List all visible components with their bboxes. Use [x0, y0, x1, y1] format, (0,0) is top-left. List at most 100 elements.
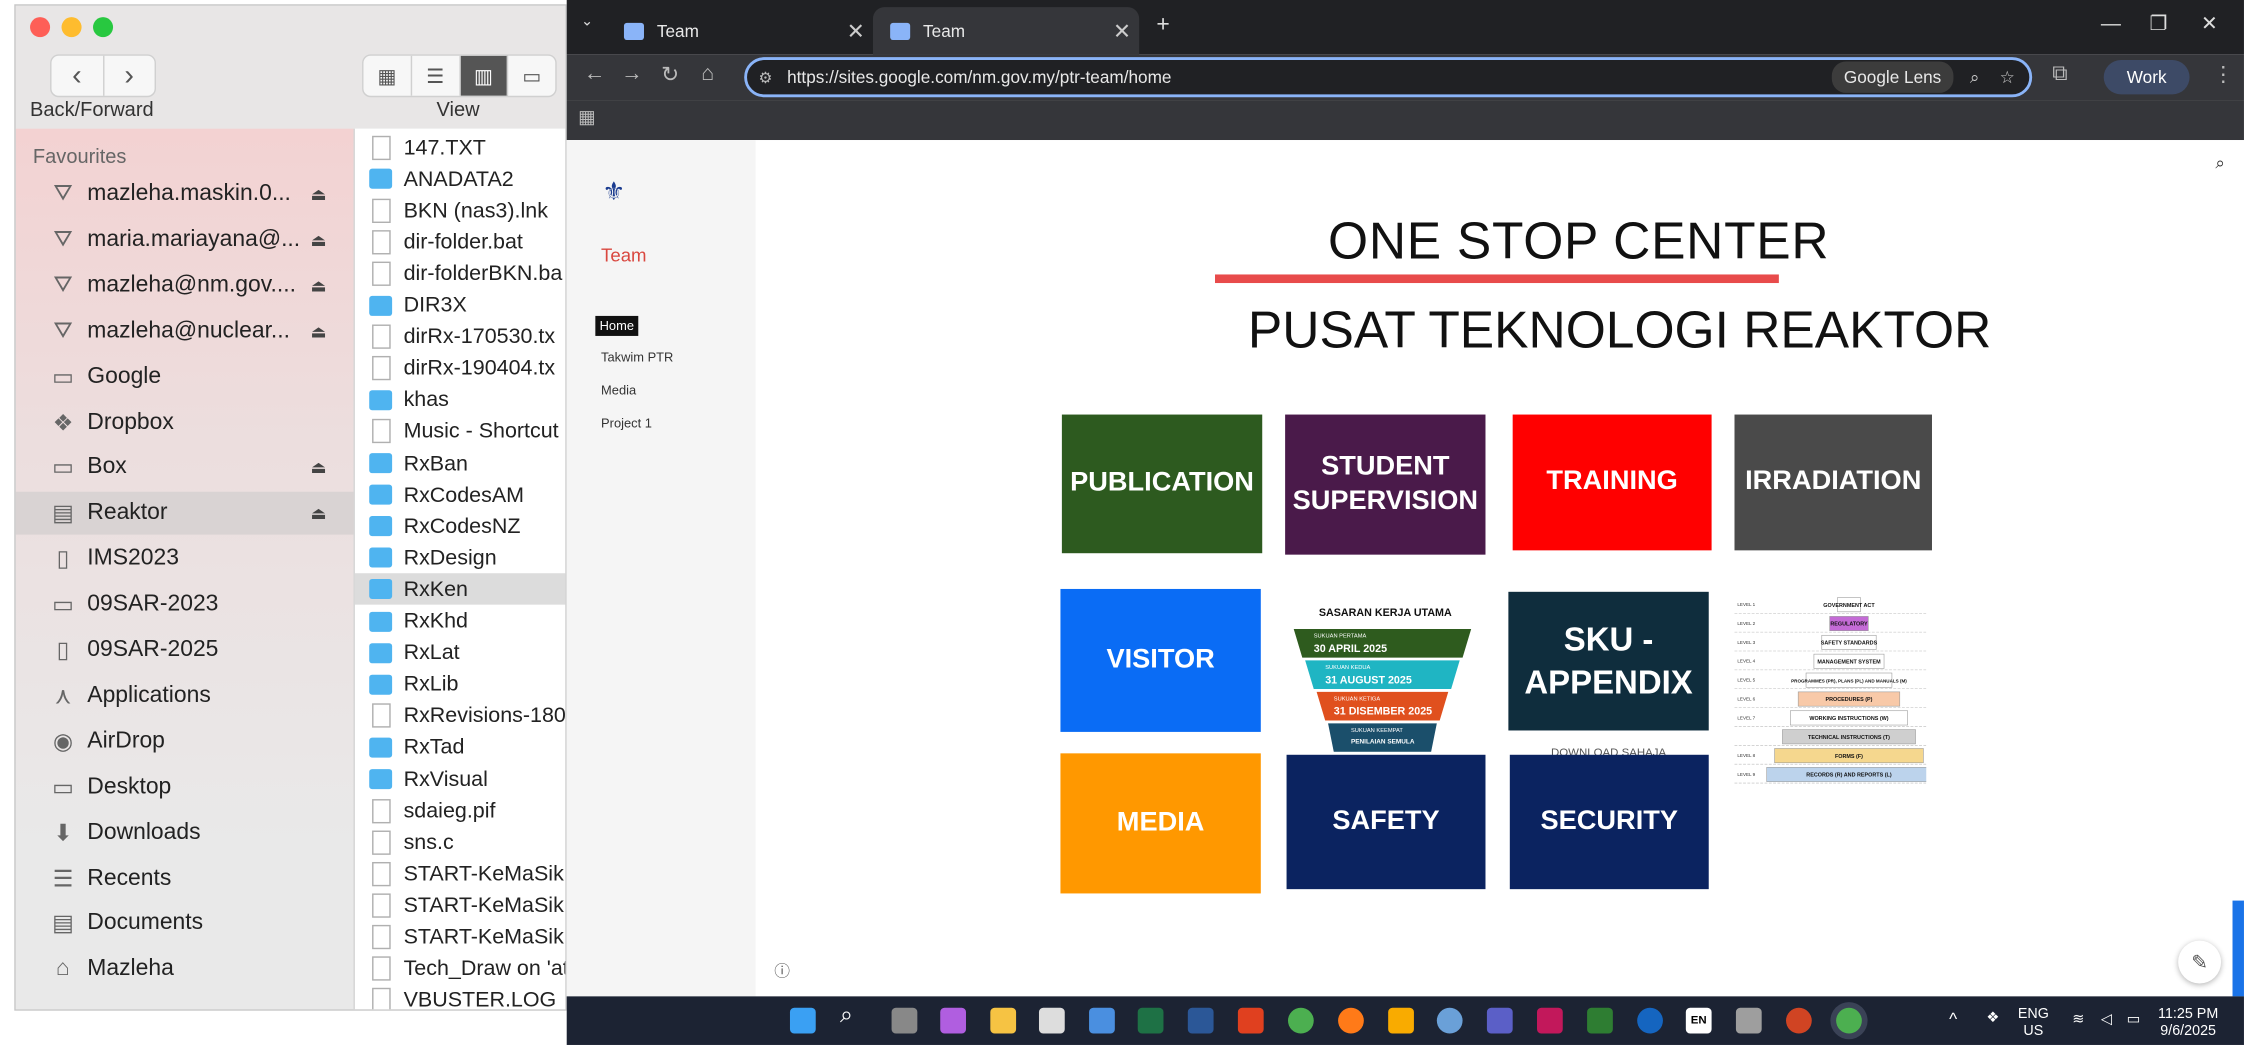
show-hidden-icons-icon[interactable]: ^ [1949, 1011, 1957, 1028]
file-row[interactable]: RxLib [355, 669, 565, 700]
chrome-icon[interactable] [1287, 1007, 1314, 1034]
tab-search-icon[interactable]: ⌄ [581, 14, 593, 30]
powerpoint-icon[interactable] [1786, 1007, 1812, 1034]
firefox-icon[interactable] [1338, 1007, 1364, 1034]
sidebar-item[interactable]: ⛛ mazleha@nm.gov.... ⏏ [16, 264, 354, 307]
file-row[interactable]: 147.TXT [355, 132, 565, 163]
sidebar-item[interactable]: ▤ Reaktor ⏏ [15, 492, 354, 536]
student-supervision-tile[interactable]: STUDENT SUPERVISION [1285, 414, 1486, 555]
start-icon[interactable] [789, 1007, 816, 1034]
site-info-icon[interactable]: ⚙ [758, 68, 772, 86]
zoom-window-button[interactable] [93, 17, 114, 38]
file-row[interactable]: RxKhd [355, 605, 565, 636]
file-row[interactable]: DIR3X [355, 289, 565, 320]
eject-icon[interactable]: ⏏ [311, 184, 327, 204]
vpn-icon[interactable] [1637, 1007, 1663, 1034]
file-row[interactable]: sns.c [355, 827, 565, 858]
irradiation-tile[interactable]: IRRADIATION [1734, 414, 1932, 551]
google-lens-button[interactable]: Google Lens [1832, 61, 1953, 93]
close-window-button[interactable] [30, 17, 51, 38]
site-search-icon[interactable]: ⌕ [2215, 153, 2225, 174]
list-view-icon[interactable]: ☰ [412, 55, 461, 96]
globe-icon[interactable] [1436, 1007, 1463, 1034]
url-text[interactable]: https://sites.google.com/nm.gov.my/ptr-t… [787, 67, 1832, 87]
word-icon[interactable] [1187, 1007, 1214, 1034]
org-chart-icon[interactable] [1537, 1007, 1563, 1034]
nav-takwim-ptr[interactable]: Takwim PTR [601, 350, 673, 364]
info-icon[interactable]: ⓘ [774, 959, 790, 982]
safety-tile[interactable]: SAFETY [1286, 754, 1486, 890]
file-row[interactable]: VBUSTER.LOG [355, 984, 565, 1010]
file-row[interactable]: sdaieg.pif [355, 795, 565, 826]
home-icon[interactable]: ⌂ [701, 61, 714, 85]
security-tile[interactable]: SECURITY [1509, 754, 1709, 890]
file-row[interactable]: RxLat [355, 637, 565, 668]
tab-team-1[interactable]: Team ✕ [607, 7, 873, 54]
sidebar-item[interactable]: ☰ Recents [16, 857, 354, 900]
dropbox-tray-icon[interactable]: ❖ [1986, 1011, 1999, 1028]
extensions-icon[interactable]: ⧉ [2052, 61, 2067, 85]
back-icon[interactable]: ‹ [52, 55, 104, 96]
forward-arrow-icon[interactable]: → [621, 61, 642, 85]
excel-icon[interactable] [1137, 1007, 1164, 1034]
sidebar-item[interactable]: ▤ Documents [16, 903, 354, 946]
eject-icon[interactable]: ⏏ [311, 504, 327, 524]
sidebar-item[interactable]: ⋏ Applications [16, 675, 354, 718]
sku-appendix-tile[interactable]: SKU - APPENDIX [1508, 591, 1709, 731]
solitaire-icon[interactable] [1038, 1007, 1065, 1034]
address-bar[interactable]: ⚙ https://sites.google.com/nm.gov.my/ptr… [744, 57, 2033, 98]
file-row[interactable]: dir-folderBKN.ba [355, 258, 565, 289]
photos-icon[interactable] [1587, 1007, 1613, 1034]
file-row[interactable]: dirRx-190404.tx [355, 353, 565, 384]
sidebar-item[interactable]: ▯ IMS2023 [16, 538, 354, 581]
sidebar-item[interactable]: ▯ 09SAR-2025 [16, 629, 354, 672]
new-tab-button[interactable]: + [1156, 13, 1169, 39]
file-row[interactable]: ANADATA2 [355, 163, 565, 194]
file-row[interactable]: RxVisual [355, 763, 565, 794]
publication-tile[interactable]: PUBLICATION [1061, 414, 1263, 554]
bookmark-star-icon[interactable]: ☆ [2000, 67, 2015, 87]
teams-icon[interactable] [1486, 1007, 1513, 1034]
close-tab-icon[interactable]: ✕ [1105, 18, 1139, 43]
task-view-icon[interactable] [891, 1007, 918, 1034]
file-row[interactable]: BKN (nas3).lnk [355, 195, 565, 226]
edit-pencil-button[interactable]: ✎ [2178, 940, 2222, 984]
file-row[interactable]: START-KeMaSik [355, 921, 565, 952]
nav-media[interactable]: Media [601, 383, 636, 397]
clock[interactable]: 11:25 PM 9/6/2025 [2152, 1006, 2224, 1040]
back-arrow-icon[interactable]: ← [584, 61, 605, 85]
eject-icon[interactable]: ⏏ [311, 458, 327, 478]
language-indicator[interactable]: ENG US [2018, 1006, 2049, 1040]
file-row[interactable]: RxDesign [355, 542, 565, 573]
media-tile[interactable]: MEDIA [1060, 753, 1261, 894]
file-row[interactable]: khas [355, 384, 565, 415]
search-icon[interactable]: ⌕ [840, 1004, 866, 1030]
site-title[interactable]: Team [601, 244, 647, 265]
training-tile[interactable]: TRAINING [1512, 414, 1712, 551]
file-row[interactable]: START-KeMaSik. [355, 890, 565, 921]
copilot-icon[interactable] [940, 1007, 966, 1034]
reload-icon[interactable]: ↻ [661, 61, 679, 87]
file-row[interactable]: RxCodesAM [355, 479, 565, 510]
sidebar-item[interactable]: ◉ AirDrop [16, 720, 354, 763]
minimize-icon[interactable]: — [2101, 11, 2121, 34]
battery-icon[interactable]: ▭ [2127, 1012, 2141, 1029]
close-tab-icon[interactable]: ✕ [839, 18, 873, 43]
file-row[interactable]: dir-folder.bat [355, 226, 565, 257]
sidebar-item[interactable]: ▭ 09SAR-2023 [16, 583, 354, 626]
sidebar-item[interactable]: ⛛ mazleha@nuclear... ⏏ [16, 310, 354, 353]
file-row[interactable]: START-KeMaSik. [355, 858, 565, 889]
sidebar-item[interactable]: ▭ Google [16, 355, 354, 398]
close-icon[interactable]: ✕ [2201, 11, 2218, 35]
eject-icon[interactable]: ⏏ [311, 276, 327, 296]
menu-icon[interactable]: ⋮ [2212, 61, 2233, 87]
tab-team-2[interactable]: Team ✕ [872, 7, 1140, 55]
gallery-view-icon[interactable]: ▭ [508, 56, 555, 96]
sasaran-kerja-utama-image[interactable]: SASARAN KERJA UTAMA SUKUAN PERTAMA 30 AP… [1287, 594, 1483, 752]
file-row[interactable]: RxCodesNZ [355, 511, 565, 542]
document-hierarchy-pyramid[interactable]: LEVEL 1 GOVERNMENT ACT LEVEL 2 REGULATORY LE… [1734, 594, 1932, 792]
apps-grid-icon[interactable]: ▦ [578, 106, 596, 129]
file-row[interactable]: Tech_Draw on 'at [355, 953, 565, 984]
sidebar-item[interactable]: ▭ Box ⏏ [16, 447, 354, 490]
file-row[interactable]: RxKen [354, 573, 566, 606]
